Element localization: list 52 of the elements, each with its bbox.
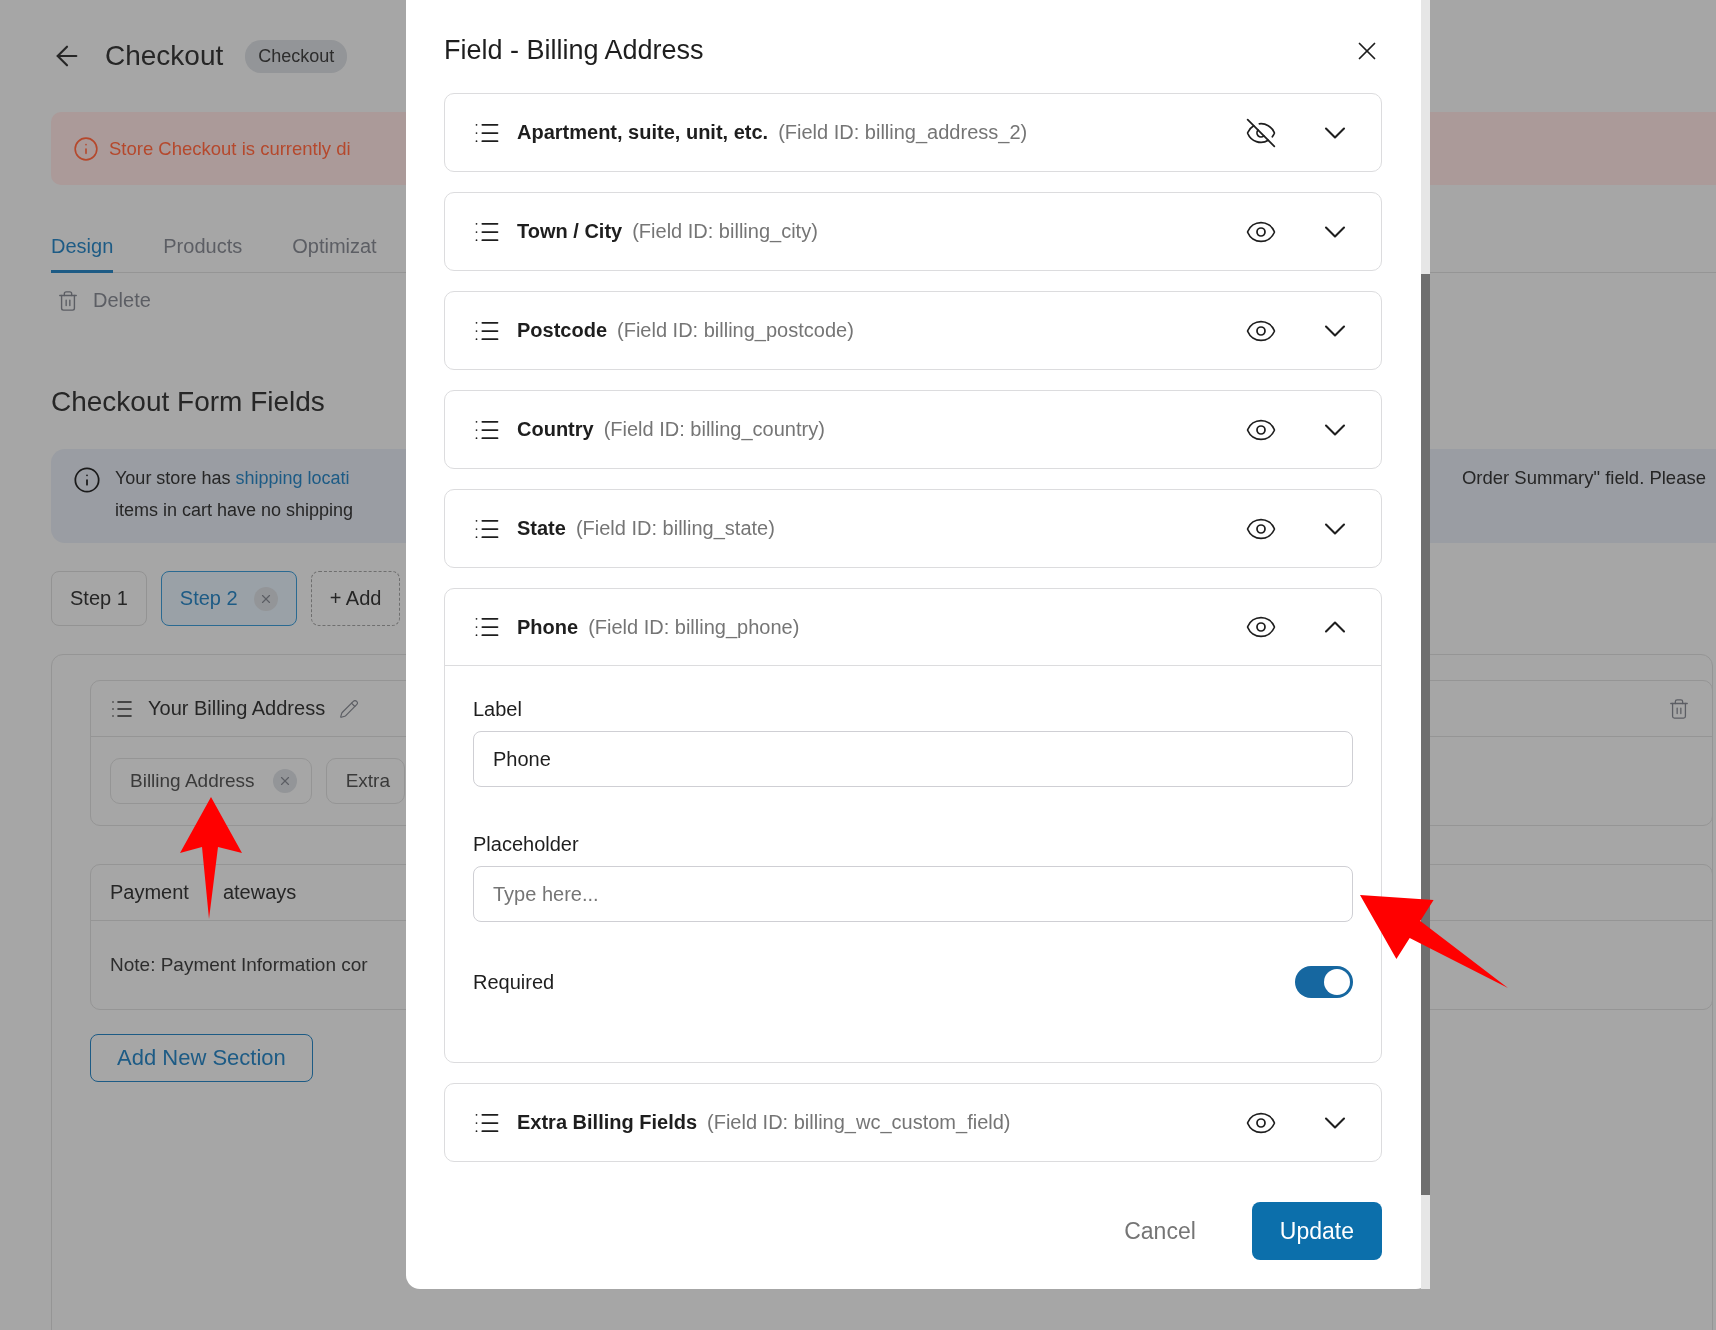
cancel-button[interactable]: Cancel [1118, 1202, 1202, 1260]
tab[interactable]: Design [51, 235, 114, 273]
field-label: State [517, 517, 566, 540]
note-text: Note: Payment Information cor [110, 954, 368, 976]
field-caption: Label [473, 698, 523, 721]
field-caption: Required [473, 970, 555, 994]
field-label: Town / City [517, 220, 623, 243]
info-icon [73, 466, 101, 494]
field-id: (Field ID: billing_city) [632, 220, 818, 243]
field-id: (Field ID: billing_country) [603, 418, 825, 441]
eye-off-icon[interactable] [1245, 116, 1277, 149]
field-caption: Placeholder [473, 833, 580, 856]
field-id: (Field ID: billing_postcode) [617, 319, 854, 342]
trash-icon[interactable] [1668, 697, 1690, 720]
scrollbar-thumb[interactable] [1421, 274, 1430, 1195]
shipping-link[interactable]: shipping locati [235, 468, 350, 488]
section-heading: Checkout Form Fields [51, 386, 326, 418]
step-tab[interactable]: Step 1 [51, 571, 147, 626]
page-title: Checkout [105, 40, 224, 72]
field-label: Extra Billing Fields [517, 1111, 698, 1134]
tab[interactable]: Products [163, 235, 243, 273]
notice-text: Order Summary" field. Please [1461, 466, 1706, 490]
remove-icon[interactable] [253, 586, 278, 611]
field-label: Postcode [517, 319, 608, 342]
section-title: Your Billing Address [148, 697, 326, 720]
field-chip[interactable]: Billing Address [110, 758, 312, 804]
delete-link[interactable]: Delete [93, 289, 151, 312]
section-title: Payment [110, 881, 189, 904]
field-id: (Field ID: billing_phone) [588, 615, 800, 639]
update-button[interactable]: Update [1251, 1202, 1382, 1260]
field-label: Phone [517, 615, 579, 639]
remove-icon[interactable] [272, 769, 297, 793]
field-id: (Field ID: billing_wc_custom_field) [707, 1111, 1011, 1134]
dialog-title: Field - Billing Address [444, 35, 704, 66]
page-badge: Checkout [245, 39, 348, 73]
add-section-button[interactable]: Add New Section [90, 1034, 313, 1082]
trash-icon[interactable] [57, 289, 79, 312]
alert-text: Store Checkout is currently di [109, 137, 351, 160]
info-icon [73, 135, 99, 162]
label-input[interactable]: Phone [473, 731, 1353, 787]
field-label: Apartment, suite, unit, etc. [517, 121, 769, 144]
step-tab[interactable]: Step 2 [160, 571, 297, 626]
field-chip[interactable]: Extra [325, 758, 405, 804]
field-id: (Field ID: billing_state) [575, 517, 775, 540]
add-step-button[interactable]: + Add [310, 571, 401, 626]
field-id: (Field ID: billing_address_2) [778, 121, 1028, 144]
notice-text: items in cart have no shipping [115, 499, 355, 522]
field-label: Country [517, 418, 594, 441]
section-title: ateways [222, 881, 297, 904]
required-toggle[interactable] [1295, 966, 1353, 998]
placeholder-input[interactable]: Type here... [473, 866, 1353, 922]
tab[interactable]: Optimizat [292, 235, 377, 273]
